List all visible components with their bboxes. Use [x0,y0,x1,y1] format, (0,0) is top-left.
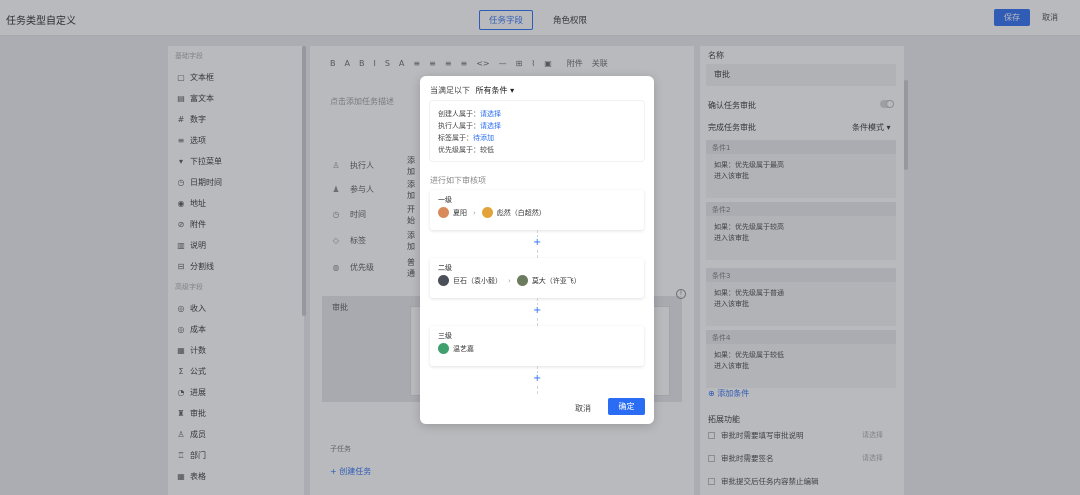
arrow-right-icon: › [508,276,511,285]
add-level-plus-icon[interactable]: + [533,305,542,316]
approver-name: 莫大（许亚飞） [531,276,581,285]
condition-box: 创建人属于：请选择 执行人属于：请选择 标签属于：待添加 优先级属于：较低 [430,101,644,161]
approval-level-card[interactable]: 二级 巨石（袁小毅） › 莫大（许亚飞） [430,258,644,298]
approval-config-dialog: 当满足以下 所有条件 ▾ 创建人属于：请选择 执行人属于：请选择 标签属于：待添加优… [420,76,654,424]
approver-name: 温艺嘉 [453,344,474,353]
chevron-down-icon: ▾ [510,86,515,95]
condition-line: 创建人属于：请选择 [438,109,501,119]
review-section-title: 进行如下审核项 [430,176,486,185]
dialog-cancel-button[interactable]: 取消 [575,403,591,414]
arrow-right-icon: › [473,208,476,217]
approval-level-card[interactable]: 三级 温艺嘉 [430,326,644,366]
condition-prefix: 当满足以下 [430,86,470,95]
approver-name: 夏阳 [453,208,467,217]
approval-level-card[interactable]: 一级 夏阳 › 彪然（白超然） [430,190,644,230]
condition-match-label: 所有条件 [475,86,508,95]
condition-field-label: 优先级属于： [438,146,480,154]
approval-level-title: 三级 [438,332,452,340]
approver-name: 彪然（白超然） [496,208,546,217]
avatar [438,343,449,354]
condition-line: 优先级属于：较低 [438,145,494,155]
avatar [438,275,449,286]
approver-list: 巨石（袁小毅） › 莫大（许亚飞） [438,275,581,286]
condition-field-label: 执行人属于： [438,122,480,130]
condition-field-label: 创建人属于： [438,110,480,118]
condition-match-dropdown[interactable]: 所有条件 ▾ [476,86,515,95]
condition-value[interactable]: 请选择 [480,110,501,118]
avatar [481,207,493,218]
condition-line: 标签属于：待添加 [438,133,494,143]
condition-value[interactable]: 待添加 [473,134,494,142]
approver-list: 温艺嘉 [438,343,474,354]
condition-field-label: 标签属于： [438,134,473,142]
avatar [438,207,449,218]
condition-value: 较低 [480,146,494,154]
condition-value[interactable]: 请选择 [480,122,501,130]
condition-line: 执行人属于：请选择 [438,121,501,131]
add-level-plus-icon[interactable]: + [533,237,542,248]
approval-level-title: 一级 [438,196,452,204]
approver-name: 巨石（袁小毅） [453,276,502,285]
approval-level-title: 二级 [438,264,452,272]
add-level-plus-icon[interactable]: + [533,373,542,384]
condition-header: 当满足以下 所有条件 ▾ [430,85,514,96]
avatar [516,275,528,286]
approver-list: 夏阳 › 彪然（白超然） [438,207,546,218]
dialog-confirm-button[interactable]: 确定 [608,398,645,415]
